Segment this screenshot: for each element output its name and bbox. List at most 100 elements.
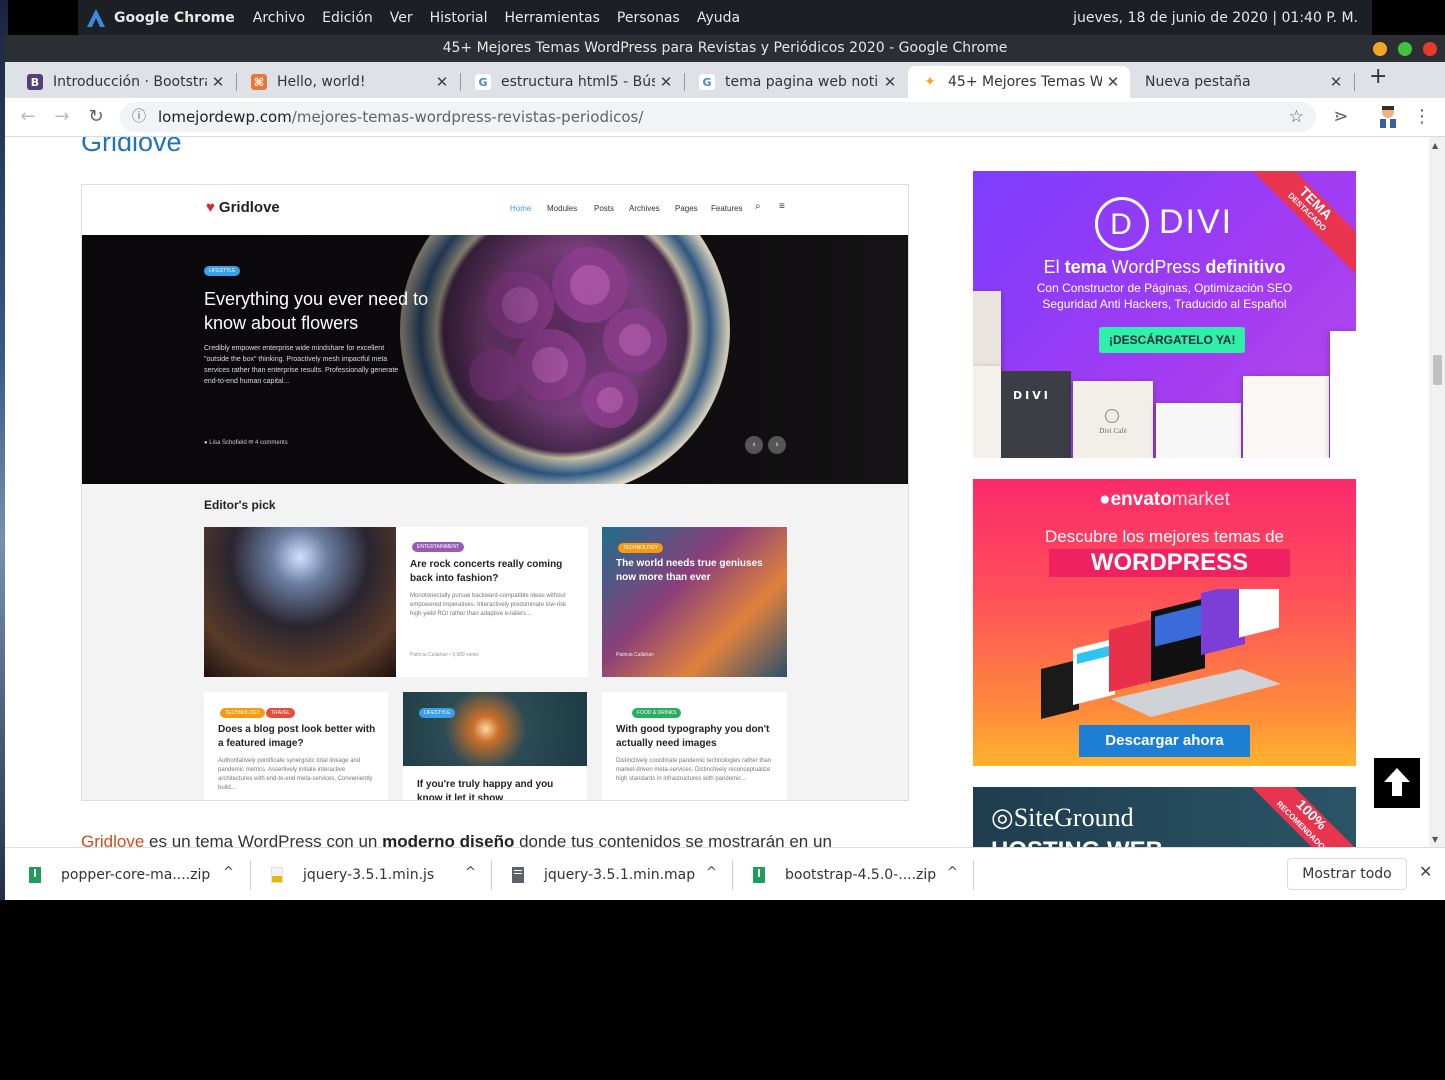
scrollbar-thumb[interactable] [1433, 355, 1442, 385]
tab-label: estructura html5 - Búsqueda [501, 74, 655, 90]
preview-nav-features: Features [711, 204, 743, 213]
tab-label: Introducción · Bootstrap [53, 74, 207, 90]
menu-ver[interactable]: Ver [390, 10, 413, 26]
tab-tema-pagina-web[interactable]: G tema pagina web noticias ✕ [685, 66, 907, 98]
download-filename: jquery-3.5.1.min.js [303, 866, 435, 883]
card-badge: ENTERTAINMENT [412, 542, 465, 552]
preview-search-icon: ⌕ [755, 201, 761, 212]
preview-navbar: ♥ Gridlove Home Modules Posts Archives Pa… [82, 185, 908, 235]
gridlove-theme-preview-image[interactable]: ♥ Gridlove Home Modules Posts Archives Pa… [81, 184, 909, 801]
card-meta: Patricia Callahan [616, 652, 654, 658]
tab-bootstrap-intro[interactable]: B Introducción · Bootstrap ✕ [13, 66, 235, 98]
chevron-up-icon[interactable]: ^ [947, 865, 958, 880]
back-to-top-button[interactable] [1374, 758, 1420, 808]
preview-nav-posts: Posts [594, 204, 615, 213]
gridlove-link[interactable]: Gridlove [81, 832, 144, 847]
arch-logo-icon[interactable] [78, 0, 114, 35]
menu-archivo[interactable]: Archivo [253, 10, 305, 26]
siteground-ribbon: 100% RECOMENDADO [1231, 787, 1356, 847]
hero-excerpt: Credibly empower enterprise wide mindsha… [204, 345, 399, 385]
divi-ad-banner[interactable]: TEMA DESTACADO D DIVI El tema WordPress de… [973, 171, 1356, 458]
forward-arrow-icon[interactable]: → [51, 106, 73, 127]
mockup-label: Divi Café [1099, 427, 1127, 435]
cast-extension-icon[interactable]: ⋗ [1330, 106, 1352, 127]
laptop-screens-illustration [1041, 589, 1281, 719]
download-item-jquery-js[interactable]: jquery-3.5.1.min.js ^ [270, 848, 476, 901]
page-scrollbar[interactable]: ▲ ▼ [1429, 137, 1445, 847]
close-tab-icon[interactable]: ✕ [655, 73, 677, 91]
tab-mejores-temas-active[interactable]: ✦ 45+ Mejores Temas WordPress ✕ [908, 66, 1130, 98]
show-all-downloads-button[interactable]: Mostrar todo [1287, 858, 1407, 890]
address-bar[interactable]: ⓘ lomejordewp.com/mejores-temas-wordpres… [120, 102, 1316, 132]
preview-card-typography: FOOD & DRINKS With good typography you d… [602, 692, 787, 800]
envato-ad-banner[interactable]: ●envatomarket Descubre los mejores temas… [973, 479, 1356, 766]
chevron-up-icon[interactable]: ^ [223, 865, 234, 880]
download-item-popper[interactable]: popper-core-ma....zip ^ [29, 848, 234, 901]
reload-icon[interactable]: ↻ [85, 106, 107, 127]
menu-herramientas[interactable]: Herramientas [505, 10, 600, 26]
preview-nav-pages: Pages [675, 204, 698, 213]
menu-personas[interactable]: Personas [617, 10, 680, 26]
editors-pick-heading: Editor's pick [204, 498, 276, 512]
divi-download-button[interactable]: ¡DESCÁRGATELO YA! [1099, 327, 1246, 353]
headline-bold: definitivo [1205, 257, 1286, 277]
divi-mockup-4 [1243, 376, 1329, 458]
maximize-button[interactable] [1398, 42, 1412, 56]
zip-file-icon [753, 866, 765, 883]
close-tab-icon[interactable]: ✕ [879, 73, 901, 91]
info-icon[interactable]: ⓘ [132, 102, 146, 132]
close-tab-icon[interactable]: ✕ [1102, 73, 1124, 91]
tab-label: Nueva pestaña [1145, 74, 1251, 90]
siteground-swirl-icon: ◎ [991, 803, 1014, 832]
download-item-jquery-map[interactable]: jquery-3.5.1.min.map ^ [512, 848, 717, 901]
close-window-button[interactable] [1423, 42, 1437, 56]
card-excerpt: Distinctively coordinate pandemic techno… [616, 758, 772, 782]
url-text[interactable]: lomejordewp.com/mejores-temas-wordpress-… [158, 102, 643, 132]
back-arrow-icon[interactable]: ← [17, 106, 39, 127]
close-tab-icon[interactable]: ✕ [431, 73, 453, 91]
envato-download-button[interactable]: Descargar ahora [1079, 725, 1250, 757]
screen: Google Chrome Archivo Edición Ver Histor… [0, 0, 1445, 1080]
close-downloads-bar-icon[interactable]: ✕ [1419, 862, 1432, 881]
menu-historial[interactable]: Historial [430, 10, 488, 26]
tab-nueva-pestana[interactable]: Nueva pestaña ✕ [1131, 66, 1353, 98]
close-tab-icon[interactable]: ✕ [207, 73, 229, 91]
divi-mockup-left [973, 291, 1001, 371]
google-icon: G [699, 74, 715, 90]
author-avatar-icon: ● [204, 440, 208, 446]
section-title[interactable]: Gridlove [81, 137, 182, 158]
tab-hello-world[interactable]: ⌘ Hello, world! ✕ [237, 66, 459, 98]
preview-nav-archives: Archives [629, 204, 660, 213]
chevron-up-icon[interactable]: ^ [706, 865, 717, 880]
card-title: With good typography you don't actually … [616, 724, 770, 749]
tab-estructura-html5[interactable]: G estructura html5 - Búsqueda ✕ [461, 66, 683, 98]
arrow-up-icon [1384, 768, 1410, 796]
divi-mockup-dark: DIVI [1001, 371, 1071, 458]
siteground-ad-banner[interactable]: ◎SiteGround 100%RECOMENDADO HOSTING WEB [973, 787, 1356, 847]
chevron-up-icon[interactable]: ^ [465, 865, 476, 880]
system-clock[interactable]: jueves, 18 de junio de 2020 | 01:40 P. M… [1073, 10, 1358, 26]
siteground-logo-text: SiteGround [1013, 803, 1134, 832]
window-titlebar[interactable]: 45+ Mejores Temas WordPress para Revista… [5, 35, 1445, 62]
concert-image [204, 527, 396, 677]
envato-headline: Descubre los mejores temas de [1044, 527, 1285, 546]
menu-ayuda[interactable]: Ayuda [697, 10, 740, 26]
description-paragraph: Gridlove es un tema WordPress con un mod… [81, 832, 832, 847]
profile-avatar-icon[interactable] [1377, 104, 1399, 133]
download-separator [732, 860, 733, 890]
headline-part: WordPress [1106, 257, 1206, 277]
hero-meta: ● Lisa Schofield ✉ 4 comments [204, 439, 288, 446]
bookmark-star-icon[interactable]: ☆ [1289, 102, 1304, 132]
new-tab-plus-icon[interactable]: + [1369, 64, 1387, 89]
active-app-name[interactable]: Google Chrome [114, 10, 235, 26]
menu-edicion[interactable]: Edición [322, 10, 373, 26]
scroll-down-arrow-icon[interactable]: ▼ [1432, 835, 1438, 844]
hero-badge: LIFESTYLE [204, 266, 241, 276]
minimize-button[interactable] [1373, 42, 1387, 56]
chrome-menu-icon[interactable]: ⋮ [1411, 106, 1433, 127]
download-item-bootstrap[interactable]: bootstrap-4.5.0-....zip ^ [753, 848, 958, 901]
divi-logo: D DIVI [1095, 197, 1233, 251]
close-tab-icon[interactable]: ✕ [1325, 73, 1347, 91]
card-excerpt: Authoritatively pontificate synergistic … [218, 758, 373, 791]
scroll-up-arrow-icon[interactable]: ▲ [1432, 141, 1438, 150]
